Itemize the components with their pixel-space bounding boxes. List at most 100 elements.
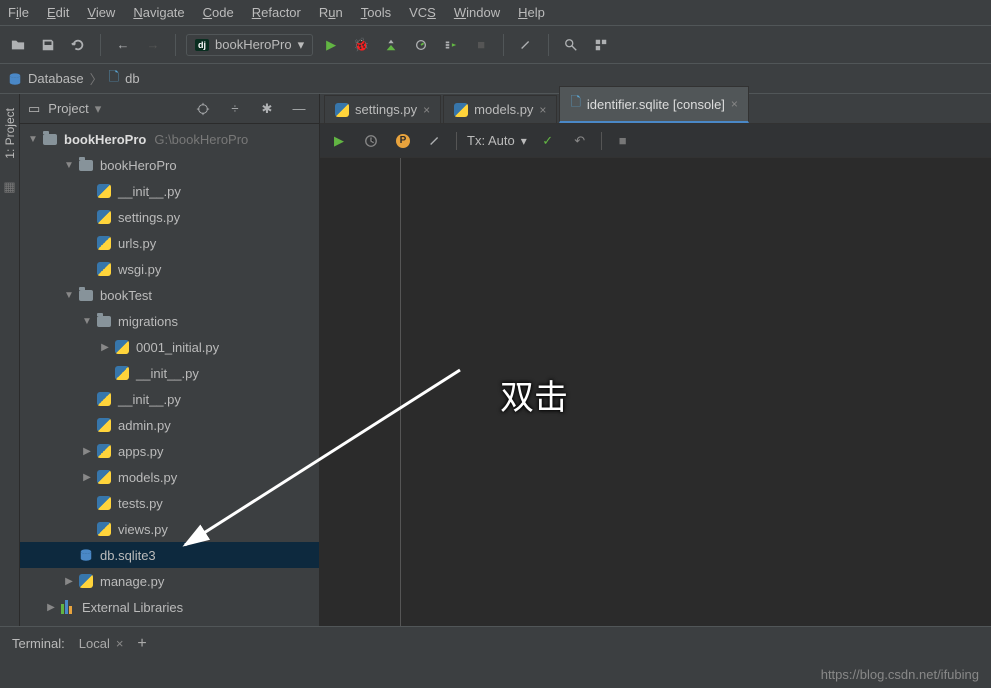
forward-button[interactable]: → — [141, 33, 165, 57]
tree-item-admin-py[interactable]: admin.py — [20, 412, 319, 438]
project-scope-icon: ▭ — [28, 101, 40, 117]
py-icon — [96, 469, 112, 485]
terminal-local-tab[interactable]: Local × — [79, 636, 124, 651]
locate-button[interactable] — [191, 97, 215, 121]
status-bar: https://blog.csdn.net/ifubing — [0, 660, 991, 688]
expand-arrow-icon[interactable]: ▶ — [62, 576, 76, 587]
project-tool-tab[interactable]: 1: Project — [3, 108, 17, 159]
tree-item-tests-py[interactable]: tests.py — [20, 490, 319, 516]
profile-button[interactable] — [409, 33, 433, 57]
project-panel: ▭ Project ▾ ÷ ✱ — ▼ bookHeroPro G:\bookH… — [20, 94, 320, 654]
menu-vcs[interactable]: VCS — [409, 5, 436, 20]
folder-icon — [42, 131, 58, 147]
rollback-button[interactable]: ↶ — [569, 130, 591, 152]
save-button[interactable] — [36, 33, 60, 57]
structure-button[interactable] — [589, 33, 613, 57]
tree-item-external-libraries[interactable]: ▶External Libraries — [20, 594, 319, 620]
tree-item-booktest[interactable]: ▼bookTest — [20, 282, 319, 308]
project-tree[interactable]: ▼ bookHeroPro G:\bookHeroPro ▼ bookHeroPr… — [20, 124, 319, 654]
editor-tab-settings-py[interactable]: settings.py× — [324, 95, 441, 123]
tree-label: models.py — [118, 470, 177, 485]
menu-edit[interactable]: Edit — [47, 5, 69, 20]
settings-button[interactable] — [514, 33, 538, 57]
tree-item-manage-py[interactable]: ▶manage.py — [20, 568, 319, 594]
annotation-text: 双击 — [500, 370, 568, 419]
tree-item-apps-py[interactable]: ▶apps.py — [20, 438, 319, 464]
stop-button[interactable]: ■ — [469, 33, 493, 57]
wrench-button[interactable] — [424, 130, 446, 152]
expand-arrow-icon[interactable]: ▶ — [80, 446, 94, 457]
execute-button[interactable]: ▶ — [328, 130, 350, 152]
main-toolbar: ← → dj bookHeroPro ▾ ▶ 🐞 ■ — [0, 26, 991, 64]
close-tab-button[interactable]: × — [423, 103, 430, 117]
hide-button[interactable]: — — [287, 97, 311, 121]
editor-area: settings.py×models.py×🗋identifier.sqlite… — [320, 94, 991, 654]
tree-item-bookheropro[interactable]: ▼ bookHeroPro — [20, 152, 319, 178]
tree-item-wsgi-py[interactable]: wsgi.py — [20, 256, 319, 282]
menu-navigate[interactable]: Navigate — [133, 5, 184, 20]
run-button[interactable]: ▶ — [319, 33, 343, 57]
tree-item---init---py[interactable]: __init__.py — [20, 360, 319, 386]
collapse-button[interactable]: ÷ — [223, 97, 247, 121]
attach-button[interactable] — [439, 33, 463, 57]
menu-run[interactable]: Run — [319, 5, 343, 20]
tree-item-0001-initial-py[interactable]: ▶0001_initial.py — [20, 334, 319, 360]
menu-view[interactable]: View — [87, 5, 115, 20]
database-tool-icon[interactable]: ▦ — [3, 179, 15, 195]
py-icon — [114, 339, 130, 355]
stop-console-button[interactable]: ■ — [612, 130, 634, 152]
terminal-label[interactable]: Terminal: — [12, 636, 65, 651]
expand-arrow-icon[interactable]: ▶ — [80, 472, 94, 483]
refresh-button[interactable] — [66, 33, 90, 57]
run-config-selector[interactable]: dj bookHeroPro ▾ — [186, 34, 313, 56]
tree-item-settings-py[interactable]: settings.py — [20, 204, 319, 230]
search-button[interactable] — [559, 33, 583, 57]
menu-code[interactable]: Code — [203, 5, 234, 20]
tree-item-models-py[interactable]: ▶ models.py — [20, 464, 319, 490]
close-tab-button[interactable]: × — [731, 97, 738, 111]
open-button[interactable] — [6, 33, 30, 57]
pin-button[interactable]: P — [392, 130, 414, 152]
settings-icon[interactable]: ✱ — [255, 97, 279, 121]
breadcrumb-database[interactable]: Database — [8, 71, 84, 86]
expand-arrow-icon[interactable]: ▼ — [80, 316, 94, 327]
tree-item-db-sqlite3[interactable]: db.sqlite3 — [20, 542, 319, 568]
expand-arrow-icon[interactable]: ▼ — [62, 290, 76, 301]
tree-item---init---py[interactable]: __init__.py — [20, 386, 319, 412]
editor-canvas[interactable] — [320, 158, 991, 654]
editor-tab-identifier-sqlite--console-[interactable]: 🗋identifier.sqlite [console]× — [559, 86, 749, 123]
expand-arrow-icon[interactable]: ▼ — [26, 134, 40, 145]
tree-root[interactable]: ▼ bookHeroPro G:\bookHeroPro — [20, 126, 319, 152]
menu-refactor[interactable]: Refactor — [252, 5, 301, 20]
django-icon: dj — [195, 39, 209, 51]
tree-label: bookHeroPro — [64, 132, 146, 147]
menu-help[interactable]: Help — [518, 5, 545, 20]
tree-item-views-py[interactable]: views.py — [20, 516, 319, 542]
close-tab-button[interactable]: × — [539, 103, 546, 117]
menu-window[interactable]: Window — [454, 5, 500, 20]
editor-tab-models-py[interactable]: models.py× — [443, 95, 557, 123]
coverage-button[interactable] — [379, 33, 403, 57]
tree-item-urls-py[interactable]: urls.py — [20, 230, 319, 256]
project-title[interactable]: Project ▾ — [48, 101, 183, 117]
tree-item-migrations[interactable]: ▼migrations — [20, 308, 319, 334]
tx-mode-selector[interactable]: Tx: Auto ▾ — [467, 133, 527, 148]
expand-arrow-icon[interactable]: ▶ — [44, 602, 58, 613]
tree-label: views.py — [118, 522, 168, 537]
console-toolbar: ▶ P Tx: Auto ▾ ✓ ↶ ■ — [320, 124, 991, 158]
tree-item---init---py[interactable]: __init__.py — [20, 178, 319, 204]
expand-arrow-icon[interactable]: ▼ — [62, 160, 76, 171]
debug-button[interactable]: 🐞 — [349, 33, 373, 57]
menu-file[interactable]: File — [8, 5, 29, 20]
menu-tools[interactable]: Tools — [361, 5, 391, 20]
watermark-url: https://blog.csdn.net/ifubing — [821, 667, 979, 682]
history-button[interactable] — [360, 130, 382, 152]
tree-label: bookHeroPro — [100, 158, 177, 173]
back-button[interactable]: ← — [111, 33, 135, 57]
breadcrumb-db[interactable]: 🗋 db — [109, 68, 140, 90]
commit-button[interactable]: ✓ — [537, 130, 559, 152]
chevron-down-icon: ▾ — [298, 37, 305, 53]
py-icon — [96, 183, 112, 199]
expand-arrow-icon[interactable]: ▶ — [98, 342, 112, 353]
add-terminal-button[interactable]: + — [137, 635, 146, 653]
